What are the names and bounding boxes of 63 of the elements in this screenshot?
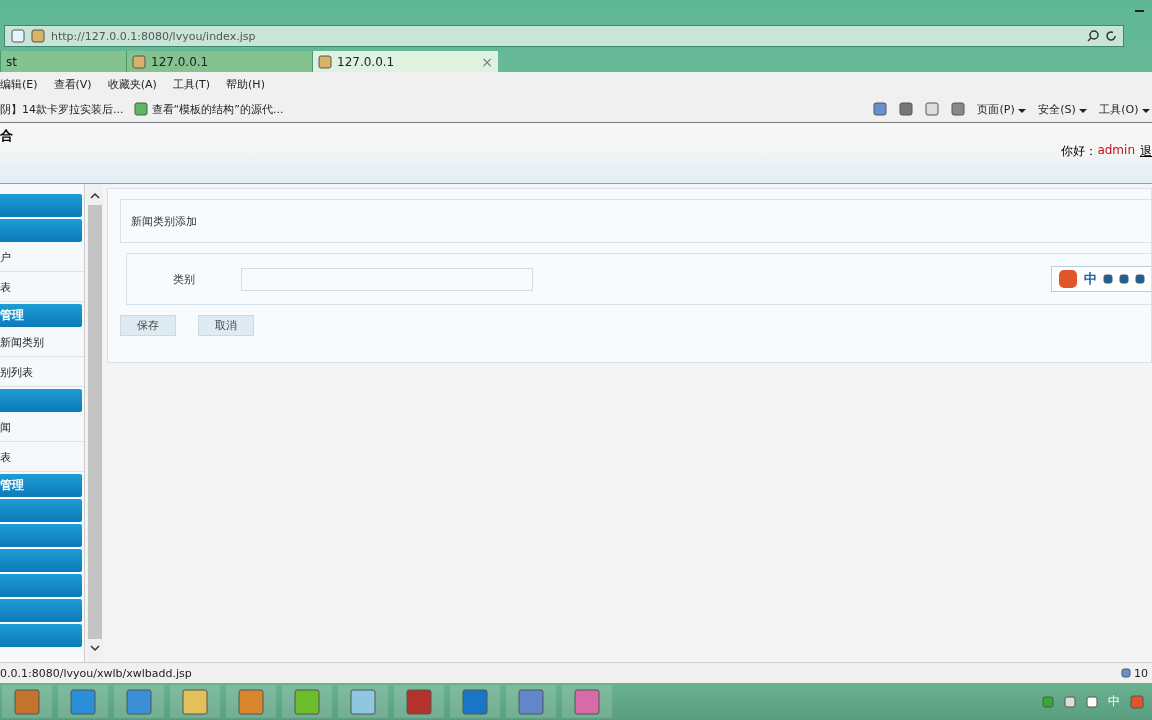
taskbar-app[interactable] bbox=[114, 685, 164, 718]
form-title: 新闻类别添加 bbox=[120, 199, 1151, 243]
sidebar-header[interactable] bbox=[0, 574, 82, 597]
sidebar-header[interactable] bbox=[0, 499, 82, 522]
chevron-down-icon[interactable] bbox=[90, 645, 100, 652]
sidebar-item[interactable]: 别列表 bbox=[0, 359, 84, 387]
zoom-level[interactable]: 10 bbox=[1121, 666, 1148, 680]
user-name: admin bbox=[1097, 143, 1135, 159]
taskbar-app[interactable] bbox=[58, 685, 108, 718]
menu-item[interactable]: 帮助(H) bbox=[226, 76, 265, 92]
browser-tab[interactable]: 127.0.0.1 × bbox=[312, 51, 498, 72]
taskbar-app[interactable] bbox=[450, 685, 500, 718]
search-icon[interactable] bbox=[1087, 30, 1099, 42]
form-button[interactable]: 取消 bbox=[198, 315, 254, 336]
logo-text: 合 bbox=[0, 127, 13, 145]
command-menu[interactable]: 安全(S) bbox=[1038, 101, 1088, 117]
taskbar-app[interactable] bbox=[562, 685, 612, 718]
sidebar-header[interactable]: 管理 bbox=[0, 304, 82, 327]
sidebar-header[interactable] bbox=[0, 219, 82, 242]
taskbar-app[interactable] bbox=[506, 685, 556, 718]
sidebar-header[interactable] bbox=[0, 549, 82, 572]
taskbar-app[interactable] bbox=[338, 685, 388, 718]
sidebar-item[interactable]: 闻 bbox=[0, 414, 84, 442]
sidebar-header[interactable] bbox=[0, 599, 82, 622]
sidebar-item[interactable]: 表 bbox=[0, 444, 84, 472]
command-menu[interactable]: 页面(P) bbox=[977, 101, 1027, 117]
command-menu[interactable]: 工具(O) bbox=[1099, 101, 1150, 117]
taskbar-app[interactable] bbox=[170, 685, 220, 718]
sidebar-item[interactable]: 表 bbox=[0, 274, 84, 302]
chevron-up-icon[interactable] bbox=[90, 192, 100, 199]
logout-link[interactable]: 退 bbox=[1140, 143, 1152, 183]
sidebar-header[interactable]: 管理 bbox=[0, 474, 82, 497]
form-button[interactable]: 保存 bbox=[120, 315, 176, 336]
sidebar-header[interactable] bbox=[0, 194, 82, 217]
sidebar-item[interactable]: 户 bbox=[0, 244, 84, 272]
greeting-text: 你好： bbox=[1061, 143, 1098, 160]
menu-item[interactable]: 查看(V) bbox=[53, 76, 92, 92]
taskbar-app[interactable] bbox=[394, 685, 444, 718]
ime-toolbar[interactable]: 中 bbox=[1051, 266, 1151, 292]
taskbar-app[interactable] bbox=[226, 685, 276, 718]
sidebar-header[interactable] bbox=[0, 389, 82, 412]
sidebar-header[interactable] bbox=[0, 624, 82, 647]
url-text: http://127.0.0.1:8080/lvyou/index.jsp bbox=[51, 29, 257, 43]
browser-tab[interactable]: 127.0.0.1 bbox=[126, 51, 312, 72]
browser-tab[interactable]: st bbox=[0, 51, 126, 72]
field-label: 类别 bbox=[172, 271, 196, 287]
address-bar[interactable]: http://127.0.0.1:8080/lvyou/index.jsp bbox=[4, 25, 1124, 47]
favorite-link[interactable]: 查看“模板的结构”的源代... bbox=[133, 101, 284, 117]
menu-item[interactable]: 收藏夹(A) bbox=[107, 76, 157, 92]
taskbar-app[interactable] bbox=[282, 685, 332, 718]
favorite-link[interactable]: 阴】14款卡罗拉实装后... bbox=[0, 101, 124, 117]
menu-item[interactable]: 工具(T) bbox=[172, 76, 211, 92]
refresh-icon[interactable] bbox=[1105, 30, 1117, 42]
close-icon[interactable]: × bbox=[481, 53, 493, 70]
category-input[interactable] bbox=[241, 267, 533, 291]
taskbar-app[interactable] bbox=[2, 685, 52, 718]
menu-item[interactable]: 编辑(E) bbox=[0, 76, 38, 92]
status-url: 0.0.1:8080/lvyou/xwlb/xwlbadd.jsp bbox=[0, 666, 192, 680]
sidebar-header[interactable] bbox=[0, 524, 82, 547]
ime-logo-icon bbox=[1130, 694, 1144, 709]
sidebar-item[interactable]: 新闻类别 bbox=[0, 329, 84, 357]
scrollbar[interactable] bbox=[87, 184, 103, 662]
ime-logo-icon bbox=[1058, 269, 1078, 289]
